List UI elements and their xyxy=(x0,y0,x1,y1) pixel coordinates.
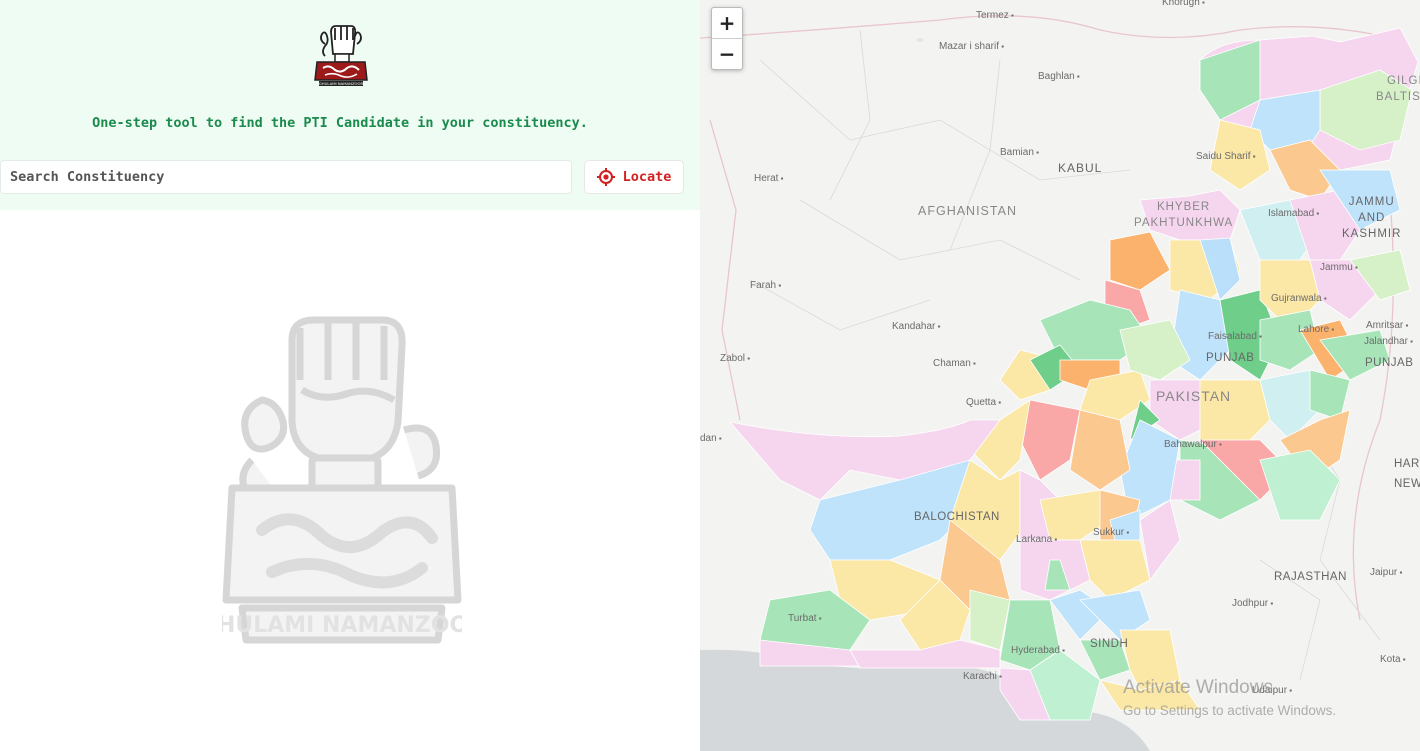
crosshair-icon xyxy=(596,168,615,186)
country-label: AFGHANISTAN xyxy=(918,204,1017,218)
region-jk: JAMMU AND KASHMIR xyxy=(1342,196,1402,240)
watermark-logo-icon: GHULAMI NAMANZOOR xyxy=(222,316,462,644)
city-label: Bahawalpur xyxy=(1164,439,1222,450)
tagline: One-step tool to find the PTI Candidate … xyxy=(92,115,588,131)
country-label: PAKISTAN xyxy=(1156,388,1232,404)
city-label: Khorugh xyxy=(1162,0,1205,8)
activation-title: Activate Windows xyxy=(1123,677,1273,698)
city-label: Bamian xyxy=(1000,147,1039,158)
city-label: Zabol xyxy=(720,353,750,364)
region-label: NEW xyxy=(1394,478,1420,490)
region-label: SINDH xyxy=(1090,638,1129,650)
city-label: Herat xyxy=(754,173,784,184)
city-label: Islamabad xyxy=(1268,208,1319,219)
city-label: Farah xyxy=(750,280,781,291)
city-label: Jaipur xyxy=(1370,567,1402,578)
city-label: Gujranwala xyxy=(1271,293,1327,304)
search-input[interactable] xyxy=(0,160,572,194)
region-label: PUNJAB xyxy=(1365,357,1414,369)
zoom-in-button[interactable]: + xyxy=(712,8,742,38)
region-kp: KHYBER PAKHTUNKHWA xyxy=(1134,201,1234,229)
lakes xyxy=(916,38,924,42)
basemap xyxy=(700,15,1419,751)
region-label: BALOCHISTAN xyxy=(914,511,1000,523)
city-label: Hyderabad xyxy=(1011,645,1065,656)
city-label: Karachi xyxy=(963,671,1002,682)
city-label: Quetta xyxy=(966,397,1001,408)
city-label: Kota xyxy=(1380,654,1406,665)
zoom-control: + − xyxy=(711,7,743,70)
region-label: RAJASTHAN xyxy=(1274,571,1347,583)
city-label: Termez xyxy=(976,10,1014,21)
region-label: KHYBER PAKHTUNKHWA xyxy=(1134,199,1233,231)
city-label: Jammu xyxy=(1320,262,1358,273)
logo-caption: GHULAMI NAMANZOOR xyxy=(319,81,364,86)
sidebar-panel: GHULAMI NAMANZOOR One-step tool to find … xyxy=(0,0,700,751)
city-label: Larkana xyxy=(1016,534,1057,545)
logo-icon: GHULAMI NAMANZOOR xyxy=(314,25,368,86)
city-label: Sukkur xyxy=(1093,527,1129,538)
region-label: PUNJAB xyxy=(1206,352,1255,364)
city-label: Chaman xyxy=(933,358,976,369)
city-label: Kandahar xyxy=(892,321,940,332)
region-gilgit: GILGIT- BALTISTAN xyxy=(1376,75,1420,103)
map-panel[interactable]: Termez Khorugh Mazar i sharif Baghlan He… xyxy=(700,0,1420,751)
watermark-logo-caption: GHULAMI NAMANZOOR xyxy=(222,613,462,638)
city-label: Baghlan xyxy=(1038,71,1080,82)
region-label: JAMMU AND KASHMIR xyxy=(1342,194,1401,242)
locate-label: Locate xyxy=(622,169,672,185)
header: GHULAMI NAMANZOOR One-step tool to find … xyxy=(0,0,700,210)
city-label: Lahore xyxy=(1298,324,1334,335)
locate-button[interactable]: Locate xyxy=(584,160,684,194)
constituency-polygons xyxy=(728,27,1419,721)
city-label: dan xyxy=(700,433,722,444)
country-label: KABUL xyxy=(1058,161,1103,175)
city-label: Mazar i sharif xyxy=(939,41,1004,52)
region-label: HARYA xyxy=(1394,458,1420,470)
activation-subtitle: Go to Settings to activate Windows. xyxy=(1123,703,1337,718)
city-label: Jalandhar xyxy=(1364,336,1413,347)
city-label: Jodhpur xyxy=(1232,598,1273,609)
region-label: GILGIT- BALTISTAN xyxy=(1376,73,1420,105)
city-label: Turbat xyxy=(788,613,822,624)
city-label: Faisalabad xyxy=(1208,331,1262,342)
city-label: Amritsar xyxy=(1366,320,1408,331)
city-label: Saidu Sharif xyxy=(1196,151,1256,162)
zoom-out-button[interactable]: − xyxy=(712,38,742,69)
